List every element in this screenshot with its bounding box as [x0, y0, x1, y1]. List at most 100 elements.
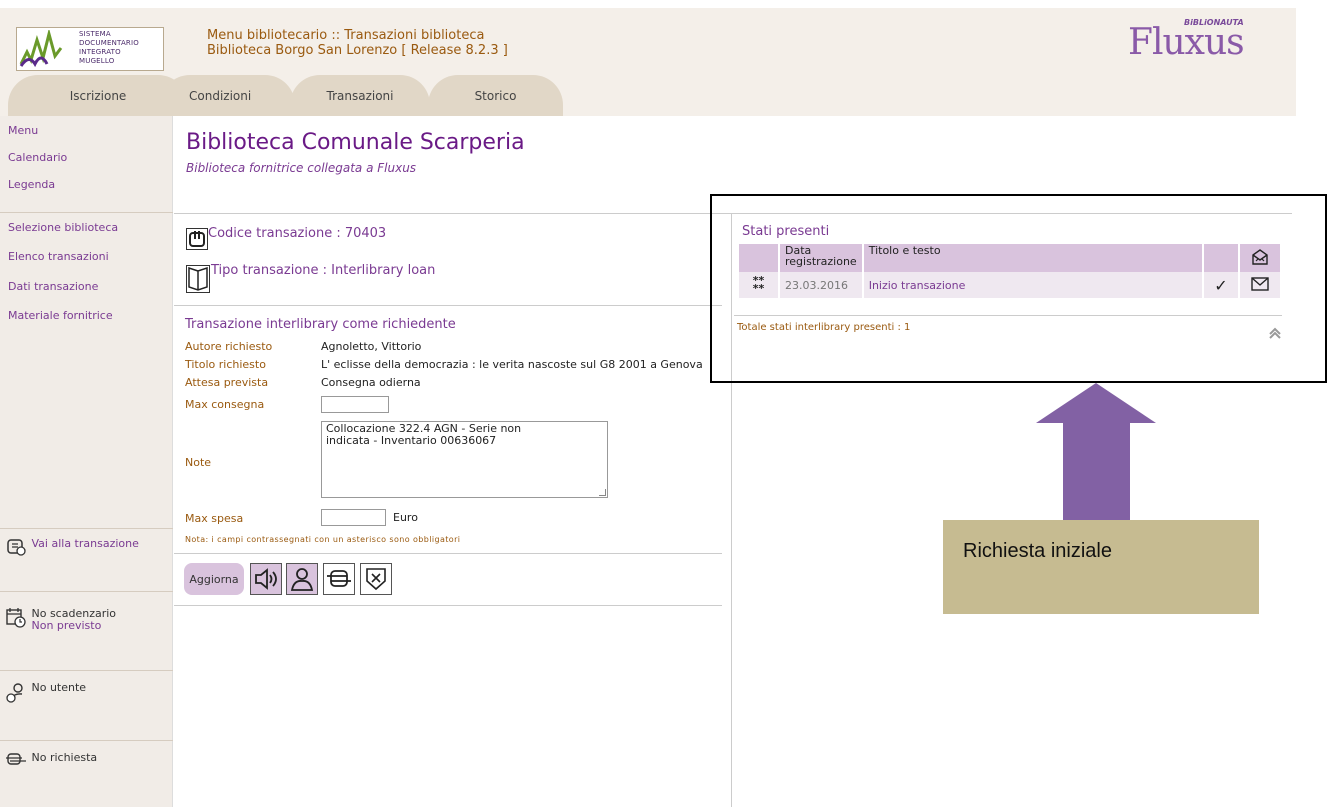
brand-subtitle: BiBLiONAUTA — [1184, 18, 1244, 27]
library-release: Biblioteca Borgo San Lorenzo [ Release 8… — [207, 43, 508, 58]
divider — [734, 315, 1282, 316]
sidebar-item-dati-transazione[interactable]: Dati transazione — [8, 280, 98, 293]
tab-transazioni[interactable]: Transazioni — [290, 75, 430, 116]
sidebar-divider — [0, 670, 173, 671]
sidebar-divider — [0, 591, 173, 592]
sidebar-item-elenco-transazioni[interactable]: Elenco transazioni — [8, 250, 109, 263]
marker-glyph: ** — [752, 282, 765, 295]
euro-label: Euro — [393, 511, 418, 524]
brand-name: Fluxus — [1128, 22, 1245, 63]
speaker-icon — [255, 568, 277, 590]
max-consegna-label: Max consegna — [185, 398, 265, 411]
table-row[interactable]: ** ** 23.03.2016 Inizio transazione ✓ — [739, 272, 1282, 298]
resize-handle[interactable] — [599, 489, 606, 496]
max-spesa-label: Max spesa — [185, 512, 244, 525]
tab-condizioni[interactable]: Condizioni — [160, 75, 295, 116]
col-data-label: registrazione — [785, 255, 857, 268]
transaction-go-icon — [7, 539, 26, 556]
col-check — [1203, 244, 1240, 272]
cancel-transaction-button[interactable] — [360, 563, 392, 595]
tab-label: Transazioni — [326, 88, 394, 103]
vai-alla-transazione-link[interactable]: Vai alla transazione — [6, 538, 139, 556]
utente-label: No utente — [31, 681, 87, 694]
row-titolo-link[interactable]: Inizio transazione — [862, 272, 1205, 298]
divider — [174, 213, 1292, 214]
sidebar-item-selezione-biblioteca[interactable]: Selezione biblioteca — [8, 221, 118, 234]
required-fields-note: Nota: i campi contrassegnati con un aste… — [185, 535, 461, 544]
tab-label: Storico — [474, 88, 517, 103]
richiesta-label: No richiesta — [31, 751, 98, 764]
annotation-arrow-shaft — [1063, 420, 1130, 522]
sidebar-item-menu[interactable]: Menu — [8, 124, 38, 137]
tipo-transazione: Tipo transazione : Interlibrary loan — [211, 263, 436, 278]
annotation-callout: Richiesta iniziale — [943, 520, 1259, 614]
totale-stati: Totale stati interlibrary presenti : 1 — [737, 322, 911, 333]
user-lock-icon — [6, 683, 23, 703]
scroll-top-icon[interactable] — [1268, 326, 1282, 340]
scadenzario-status: No scadenzario Non previsto — [6, 608, 116, 632]
mail-button[interactable] — [1239, 272, 1282, 298]
note-label: Note — [185, 456, 212, 469]
vai-label: Vai alla transazione — [31, 537, 139, 550]
titolo-label: Titolo richiesto — [185, 358, 266, 371]
page-title: Biblioteca Comunale Scarperia — [186, 130, 525, 155]
sidebar-divider — [0, 212, 173, 213]
aggiorna-label: Aggiorna — [189, 572, 239, 586]
codice-transazione: Codice transazione : 70403 — [208, 226, 387, 241]
attesa-value: Consegna odierna — [321, 376, 421, 389]
shield-x-icon — [366, 568, 386, 591]
page-subtitle: Biblioteca fornitrice collegata a Fluxus — [186, 161, 417, 175]
titolo-value: L' eclisse della democrazia : le verita … — [321, 358, 703, 371]
divider — [174, 605, 722, 606]
speaker-button[interactable] — [250, 563, 282, 595]
richiesta-status: No richiesta — [6, 752, 97, 768]
sdim-logo-mark — [19, 30, 63, 68]
menu-breadcrumb: Menu bibliotecario :: Transazioni biblio… — [207, 28, 485, 43]
mail-open-icon — [1252, 249, 1268, 265]
column-divider — [731, 213, 732, 807]
col-data: Data registrazione — [779, 244, 864, 272]
book-icon — [186, 265, 210, 293]
transaction-code-icon — [186, 228, 208, 250]
scadenzario-value: Non previsto — [31, 619, 102, 632]
callout-text: Richiesta iniziale — [963, 540, 1112, 562]
sidebar-item-materiale-fornitrice[interactable]: Materiale fornitrice — [8, 309, 113, 322]
user-button[interactable] — [286, 563, 318, 595]
sidebar: Menu Calendario Legenda Selezione biblio… — [0, 116, 173, 807]
annotation-arrow-head — [1036, 383, 1156, 423]
max-consegna-input[interactable] — [321, 396, 389, 413]
note-text-line: indicata - Inventario 00636067 — [326, 434, 497, 447]
link-request-button[interactable] — [323, 563, 355, 595]
max-spesa-input[interactable] — [321, 509, 386, 526]
sidebar-divider — [0, 528, 173, 529]
tab-label: Iscrizione — [69, 88, 127, 103]
calendar-clock-icon — [6, 608, 26, 628]
sidebar-item-legenda[interactable]: Legenda — [8, 178, 55, 191]
sdim-logo[interactable]: SISTEMA DOCUMENTARIO INTEGRATO MUGELLO — [16, 27, 164, 71]
autore-value: Agnoletto, Vittorio — [321, 340, 422, 353]
row-marker: ** ** — [739, 272, 780, 298]
note-textarea[interactable]: Collocazione 322.4 AGN - Serie non indic… — [321, 421, 608, 498]
logo-text: SISTEMA DOCUMENTARIO INTEGRATO MUGELLO — [79, 30, 139, 65]
col-titolo: Titolo e testo — [862, 244, 1205, 272]
header-title: Menu bibliotecario :: Transazioni biblio… — [207, 28, 508, 58]
attesa-label: Attesa prevista — [185, 376, 269, 389]
section-title: Transazione interlibrary come richiedent… — [185, 317, 456, 332]
check-icon: ✓ — [1203, 272, 1240, 298]
user-icon — [290, 568, 314, 591]
sidebar-item-calendario[interactable]: Calendario — [8, 151, 67, 164]
stati-title: Stati presenti — [742, 224, 830, 239]
mail-icon — [1251, 276, 1269, 291]
autore-label: Autore richiesto — [185, 340, 273, 353]
request-icon — [6, 753, 26, 765]
fluxus-brand: BiBLiONAUTA Fluxus — [1128, 18, 1245, 63]
divider — [174, 305, 722, 306]
stati-table: Data registrazione Titolo e testo ** ** … — [739, 244, 1282, 298]
col-marker — [739, 244, 780, 272]
col-mail — [1239, 244, 1282, 272]
row-data: 23.03.2016 — [779, 272, 864, 298]
sidebar-divider — [0, 740, 173, 741]
aggiorna-button[interactable]: Aggiorna — [184, 563, 244, 595]
tab-storico[interactable]: Storico — [428, 75, 563, 116]
table-header-row: Data registrazione Titolo e testo — [739, 244, 1282, 272]
